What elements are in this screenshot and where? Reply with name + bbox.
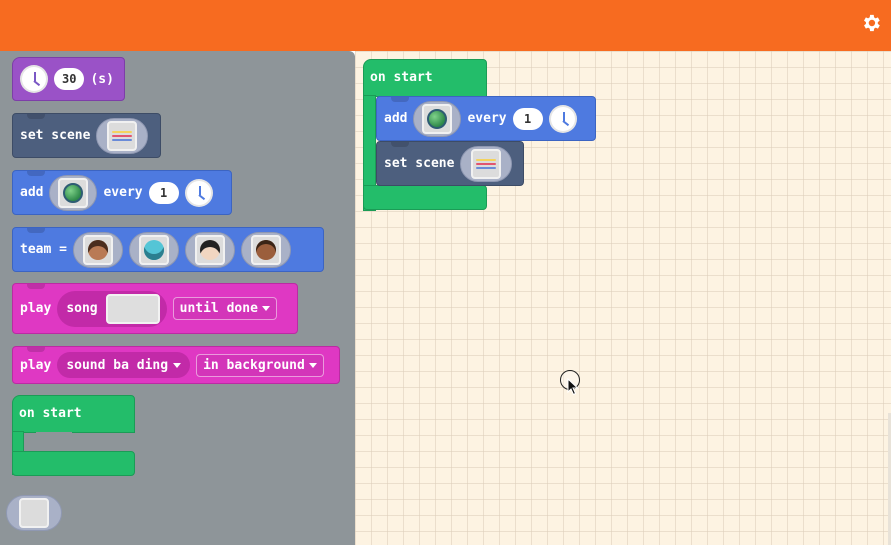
- play-song-block[interactable]: play song until done: [12, 283, 298, 334]
- team-member-slot[interactable]: [184, 231, 235, 268]
- clock-icon: [20, 65, 48, 93]
- chevron-down-icon: [173, 362, 182, 368]
- sound-dropdown[interactable]: sound ba ding: [57, 352, 191, 378]
- character-2-icon: [138, 234, 169, 265]
- play-label: play: [20, 357, 52, 373]
- team-member-slot[interactable]: [240, 231, 291, 268]
- pause-unit-label: (s): [90, 71, 114, 87]
- chevron-down-icon: [308, 362, 317, 368]
- song-label: song: [66, 301, 98, 316]
- empty-value-slot: [19, 498, 49, 528]
- on-start-label: on start: [19, 406, 82, 421]
- scene-thumbnail-icon: [471, 148, 502, 179]
- set-scene-block[interactable]: set scene: [12, 113, 161, 158]
- workspace-add-every-block[interactable]: add every 1: [376, 96, 596, 141]
- on-start-block[interactable]: on start: [12, 395, 135, 476]
- interval-input[interactable]: 1: [148, 181, 179, 204]
- character-1-icon: [82, 234, 113, 265]
- set-scene-label: set scene: [20, 128, 91, 143]
- add-label: add: [384, 111, 408, 126]
- character-3-icon: [194, 234, 225, 265]
- sound-value: sound ba ding: [66, 357, 169, 373]
- clock-icon: [184, 178, 213, 207]
- every-label: every: [103, 185, 143, 200]
- play-label: play: [20, 301, 52, 316]
- team-member-slot[interactable]: [128, 231, 179, 268]
- team-label: team =: [20, 242, 67, 257]
- play-sound-block[interactable]: play sound ba ding in background: [12, 346, 340, 384]
- pause-duration-input[interactable]: 30: [54, 68, 85, 90]
- play-mode-value: until done: [179, 301, 258, 316]
- clock-icon: [548, 104, 577, 133]
- sound-mode-value: in background: [203, 357, 305, 373]
- ball-sprite-icon: [422, 103, 453, 134]
- mouse-pointer-icon: [567, 378, 579, 396]
- character-4-icon: [250, 234, 281, 265]
- gear-icon[interactable]: [860, 12, 882, 34]
- interval-input[interactable]: 1: [512, 107, 543, 130]
- scene-slot[interactable]: [96, 117, 149, 154]
- top-bar: [0, 0, 891, 51]
- team-member-slot[interactable]: [72, 231, 123, 268]
- every-label: every: [467, 111, 507, 126]
- play-mode-dropdown[interactable]: until done: [172, 297, 277, 320]
- scene-slot[interactable]: [460, 145, 513, 182]
- empty-value-block[interactable]: [6, 495, 62, 531]
- chevron-down-icon: [261, 306, 270, 311]
- ball-sprite-icon: [58, 177, 89, 208]
- workspace-set-scene-block[interactable]: set scene: [376, 141, 524, 186]
- sound-mode-dropdown[interactable]: in background: [196, 353, 324, 377]
- add-label: add: [20, 185, 44, 200]
- add-every-block[interactable]: add every 1: [12, 170, 232, 215]
- set-scene-label: set scene: [384, 156, 455, 171]
- workspace-on-start-label: on start: [370, 70, 433, 85]
- pause-block[interactable]: 30 (s): [12, 57, 125, 101]
- song-slot[interactable]: song: [57, 290, 167, 327]
- sprite-slot[interactable]: [49, 174, 98, 211]
- sprite-slot[interactable]: [413, 100, 462, 137]
- scene-thumbnail-icon: [107, 120, 138, 151]
- song-editor-field[interactable]: [105, 293, 160, 324]
- team-block[interactable]: team =: [12, 227, 324, 272]
